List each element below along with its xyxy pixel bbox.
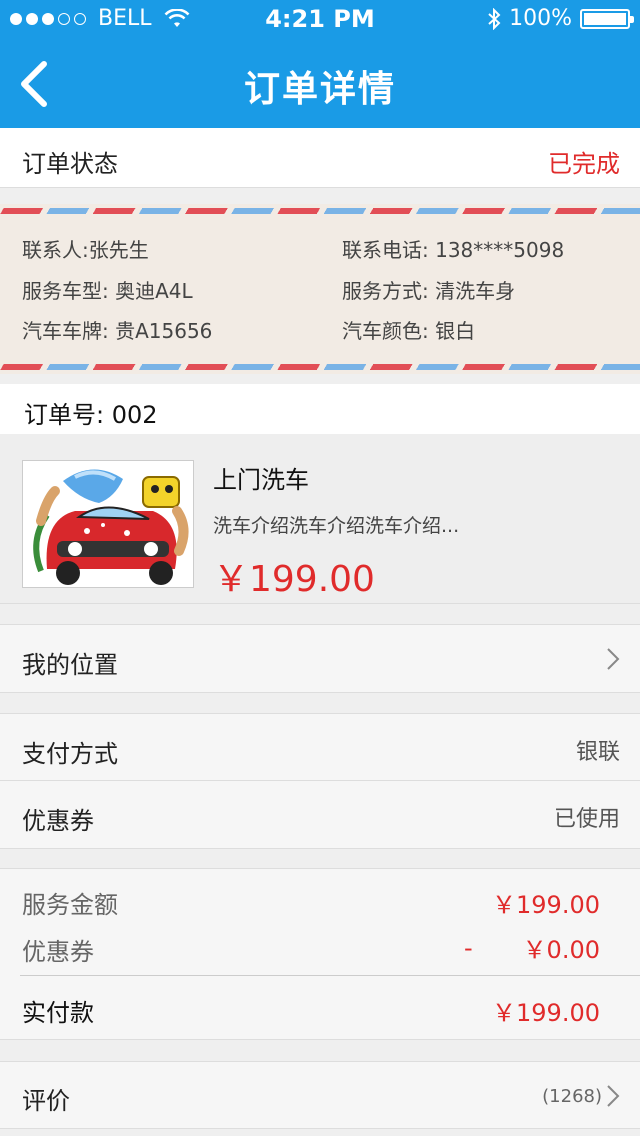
location-row[interactable]: 我的位置 [0, 625, 640, 692]
status-bar: BELL 4:21 PM 100% [0, 0, 640, 40]
payment-summary: 服务金额 ￥199.00 优惠券 - ￥0.00 实付款 ￥199.00 [0, 868, 640, 1040]
review-count: (1268) [542, 1086, 602, 1107]
product-title: 上门洗车 [213, 466, 309, 494]
order-status-row: 订单状态 已完成 [0, 128, 640, 188]
chevron-right-icon [607, 648, 620, 670]
divider [20, 975, 640, 976]
nav-bar: 订单详情 [0, 40, 640, 128]
coupon-discount-amount: ￥0.00 [522, 936, 600, 964]
page-title: 订单详情 [243, 69, 396, 110]
coupon-row[interactable]: 优惠券 已使用 [0, 781, 640, 848]
coupon-value: 已使用 [553, 807, 620, 832]
service-type: 服务方式: 清洗车身 [342, 279, 516, 303]
location-group: 我的位置 [0, 624, 640, 693]
order-number: 订单号: 002 [24, 401, 158, 429]
product-description: 洗车介绍洗车介绍洗车介绍... [213, 515, 460, 537]
product-card[interactable]: 上门洗车 洗车介绍洗车介绍洗车介绍... ￥199.00 [0, 434, 640, 604]
battery-percent: 100% [509, 6, 572, 31]
payment-method-value: 银联 [575, 740, 620, 765]
payment-group: 支付方式 银联 优惠券 已使用 [0, 713, 640, 849]
status-right: 100% [487, 6, 634, 31]
contact-info-card: 联系人:张先生 联系电话: 138****5098 服务车型: 奥迪A4L 服务… [0, 204, 640, 374]
car-model: 服务车型: 奥迪A4L [22, 279, 193, 303]
contact-phone: 联系电话: 138****5098 [342, 238, 565, 262]
car-color: 汽车颜色: 银白 [342, 319, 476, 343]
bluetooth-icon [488, 7, 501, 30]
location-label: 我的位置 [22, 651, 118, 679]
minus-sign: - [464, 934, 473, 962]
order-status-value: 已完成 [548, 150, 620, 178]
service-amount: ￥199.00 [492, 891, 600, 919]
payment-method-row[interactable]: 支付方式 银联 [0, 714, 640, 781]
coupon-label: 优惠券 [22, 807, 94, 835]
chevron-right-icon [607, 1085, 620, 1107]
order-number-row: 订单号: 002 [0, 384, 640, 434]
review-label: 评价 [22, 1087, 70, 1115]
coupon-discount-label: 优惠券 [22, 938, 94, 966]
paid-amount: ￥199.00 [492, 999, 600, 1027]
airmail-stripe [0, 364, 640, 370]
order-status-label: 订单状态 [22, 150, 118, 178]
airmail-stripe [0, 208, 640, 214]
license-plate: 汽车车牌: 贵A15656 [22, 319, 213, 343]
service-amount-label: 服务金额 [22, 891, 118, 919]
car-wash-image [22, 460, 194, 588]
review-row[interactable]: 评价 (1268) [0, 1061, 640, 1129]
paid-label: 实付款 [22, 999, 94, 1027]
battery-icon [580, 8, 634, 29]
product-price: ￥199.00 [213, 559, 375, 600]
contact-name: 联系人:张先生 [22, 238, 149, 262]
payment-method-label: 支付方式 [22, 740, 118, 768]
